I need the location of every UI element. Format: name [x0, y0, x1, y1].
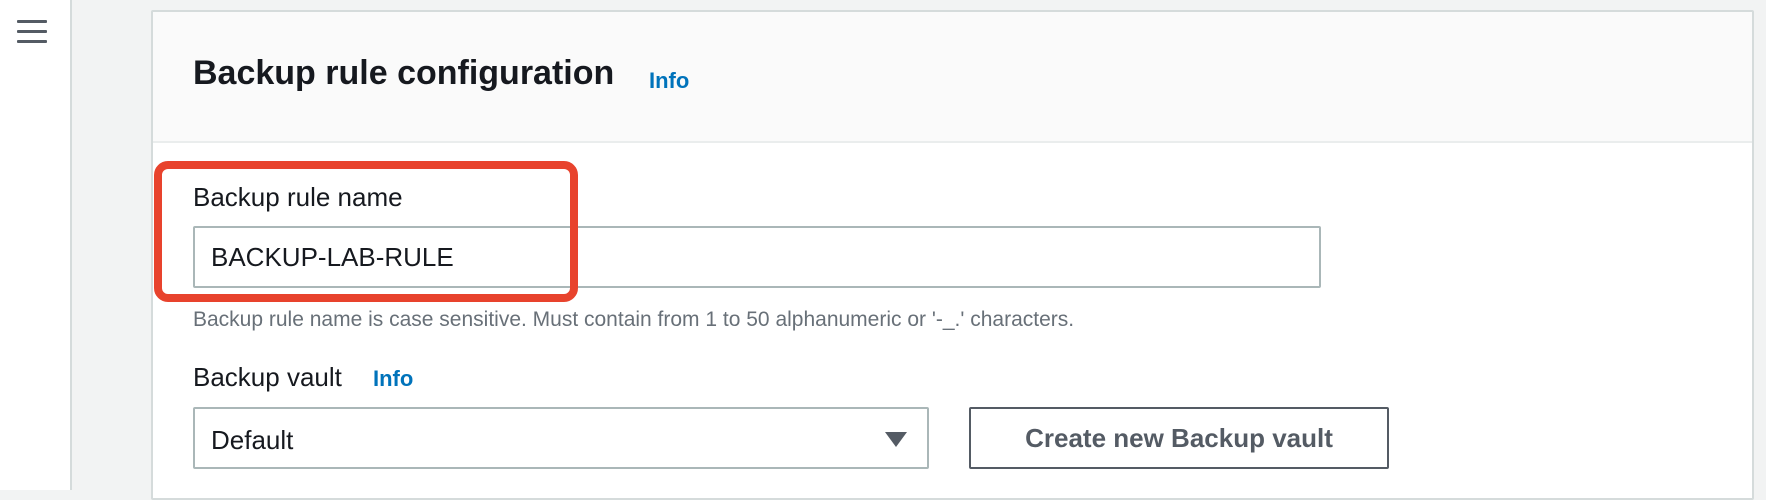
- backup-rule-name-input[interactable]: [193, 226, 1321, 288]
- backup-vault-select[interactable]: Default: [193, 407, 929, 469]
- panel-info-link[interactable]: Info: [649, 68, 689, 94]
- backup-vault-label: Backup vault: [193, 362, 342, 392]
- backup-rule-configuration-panel: Backup rule configuration Info Backup ru…: [151, 10, 1754, 500]
- navigation-rail: [0, 0, 72, 490]
- backup-rule-name-label: Backup rule name: [193, 182, 403, 212]
- create-new-backup-vault-button[interactable]: Create new Backup vault: [969, 407, 1389, 469]
- panel-header: Backup rule configuration Info: [153, 12, 1752, 143]
- panel-title: Backup rule configuration: [193, 54, 615, 92]
- backup-vault-selected-value: Default: [211, 425, 294, 455]
- hamburger-menu-icon[interactable]: [17, 18, 47, 46]
- backup-rule-name-helper-text: Backup rule name is case sensitive. Must…: [193, 308, 1075, 331]
- caret-down-icon: [885, 432, 907, 447]
- backup-vault-info-link[interactable]: Info: [373, 366, 413, 392]
